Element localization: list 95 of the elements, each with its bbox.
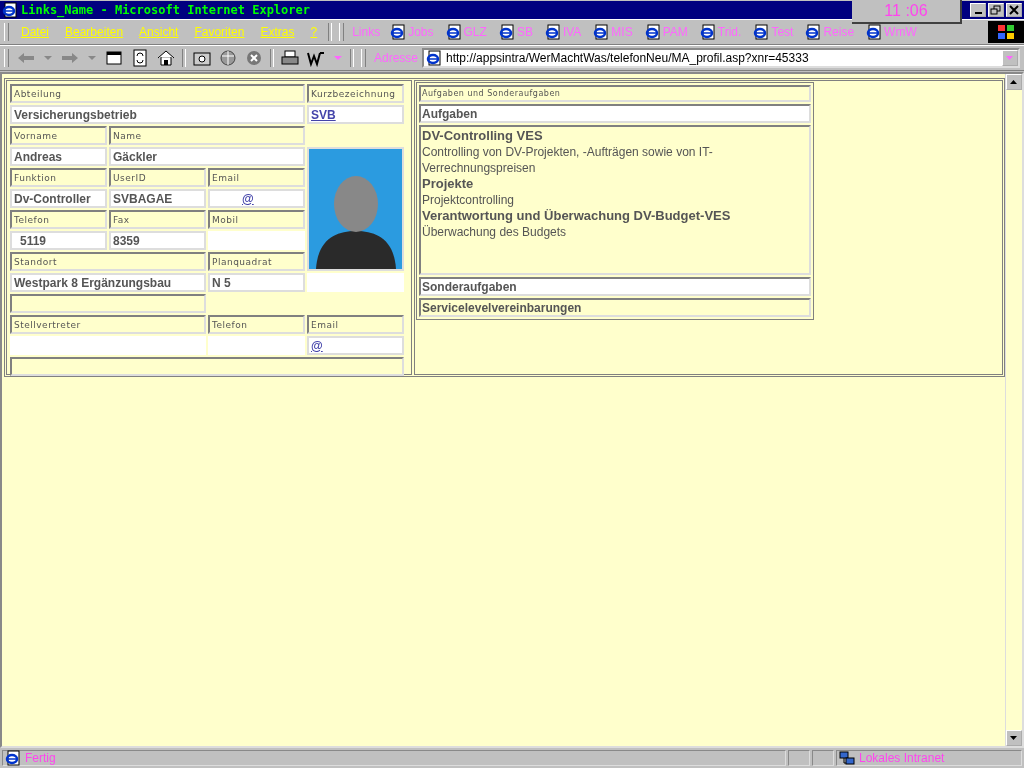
page-icon (445, 24, 462, 40)
field-label: UserID (109, 168, 206, 187)
restore-icon (989, 4, 1003, 16)
scroll-up-button[interactable] (1006, 74, 1022, 90)
menu-item[interactable]: Favoriten (186, 25, 253, 39)
menu-item[interactable]: Bearbeiten (57, 25, 132, 39)
menu-item[interactable]: Datei (13, 25, 57, 39)
link-button[interactable]: SB (492, 24, 539, 40)
window-icon[interactable] (104, 49, 124, 67)
link-button[interactable]: GLZ (439, 24, 493, 40)
field-label: Mobil (208, 210, 305, 229)
zone-text: Lokales Intranet (859, 751, 945, 765)
address-field[interactable]: http://appsintra/WerMachtWas/telefonNeu/MA_profil.asp?xnr=45333 (422, 48, 1020, 68)
scrollbar[interactable] (1005, 74, 1022, 746)
page-icon (753, 24, 770, 40)
profile-link[interactable]: @ (242, 191, 254, 206)
status-panel (812, 750, 834, 766)
field-value: Westpark 8 Ergänzungsbau (10, 273, 206, 292)
field-label: Fax (109, 210, 206, 229)
task-description: Controlling von DV-Projekten, -Aufträgen sowie von IT-Verrechnungspreisen (422, 144, 714, 176)
section-heading: Aufgaben (419, 104, 811, 123)
globe-icon[interactable] (218, 49, 238, 67)
field-label: Email (208, 168, 305, 187)
link-button[interactable]: IVA (538, 24, 588, 40)
field-label: Telefon (10, 210, 107, 229)
task-title: DV-Controlling VES (422, 128, 544, 144)
page-icon (866, 24, 883, 40)
status-panel (788, 750, 810, 766)
network-icon (839, 750, 855, 766)
section-heading: Sonderaufgaben (419, 277, 811, 296)
field-label: Name (109, 126, 305, 145)
page-icon (805, 24, 822, 40)
menu-item[interactable]: Extras (252, 25, 303, 39)
minimize-icon (974, 12, 982, 14)
field-value: N 5 (208, 273, 305, 292)
page-icon (593, 24, 610, 40)
panel-caption: Aufgaben und Sonderaufgaben (419, 85, 811, 102)
section-heading: Servicelevelvereinbarungen (419, 298, 811, 317)
page-icon (498, 24, 515, 40)
caret-icon (1006, 55, 1014, 61)
field-label: Abteilung (10, 84, 305, 103)
home-icon[interactable] (156, 49, 176, 67)
task-description: Überwachung des Budgets (422, 224, 568, 240)
address-label: Adresse (373, 51, 420, 65)
page-icon (544, 24, 561, 40)
page-icon (5, 750, 21, 766)
page-icon (699, 24, 716, 40)
minimize-button[interactable] (970, 3, 986, 17)
task-description: Projektcontrolling (422, 192, 516, 208)
field-label: Email (307, 315, 404, 334)
status-text: Fertig (25, 751, 56, 765)
page-icon (426, 50, 443, 66)
restore-button[interactable] (988, 3, 1004, 17)
window-title: Links_Name - Microsoft Internet Explorer (21, 3, 310, 17)
stop-icon[interactable] (244, 49, 264, 67)
link-button[interactable]: Test (747, 24, 800, 40)
field-label: Planquadrat (208, 252, 305, 271)
field-label: Funktion (10, 168, 107, 187)
field-label: Kurzbezeichnung (307, 84, 404, 103)
field-value: Versicherungsbetrieb (10, 105, 305, 124)
clock-text: 11 :06 (852, 0, 962, 24)
windows-logo-icon (988, 21, 1024, 43)
field-value: Dv-Controller (10, 189, 107, 208)
field-label: Stellvertreter (10, 315, 206, 334)
word-icon[interactable] (306, 49, 326, 67)
close-button[interactable] (1006, 3, 1022, 17)
field-value: SVBAGAE (109, 189, 206, 208)
field-label: Vorname (10, 126, 107, 145)
scroll-down-button[interactable] (1006, 730, 1022, 746)
field-value: 5119 (10, 231, 107, 250)
field-label: Telefon (208, 315, 305, 334)
url-text: http://appsintra/WerMachtWas/telefonNeu/MA_profil.asp?xnr=45333 (446, 51, 810, 65)
field-value: Andreas (10, 147, 107, 166)
field-value: Gäckler (109, 147, 305, 166)
link-button[interactable]: MIS (587, 24, 639, 40)
link-button[interactable]: Jobs (384, 24, 440, 40)
task-title: Projekte (422, 176, 475, 192)
link-button[interactable]: WmW (860, 24, 923, 40)
profile-link[interactable]: @ (311, 338, 323, 353)
page-icon (644, 24, 661, 40)
printer-icon[interactable] (280, 49, 300, 67)
menu-item[interactable]: Ansicht (131, 25, 187, 39)
link-button[interactable]: Trid. (693, 24, 748, 40)
link-button[interactable]: PAM (638, 24, 694, 40)
up-arrow-icon (1010, 79, 1018, 85)
menu-item[interactable]: ? (302, 25, 326, 39)
link-button[interactable]: Reise (799, 24, 861, 40)
links-label: Links (351, 25, 382, 39)
page-icon (390, 24, 407, 40)
close-icon (1007, 4, 1021, 16)
field-value: 8359 (109, 231, 206, 250)
field-label: Standort (10, 252, 206, 271)
task-title: Verantwortung und Überwachung DV-Budget-VES (422, 208, 732, 224)
refresh-icon[interactable] (130, 49, 150, 67)
down-arrow-icon (1010, 735, 1018, 741)
